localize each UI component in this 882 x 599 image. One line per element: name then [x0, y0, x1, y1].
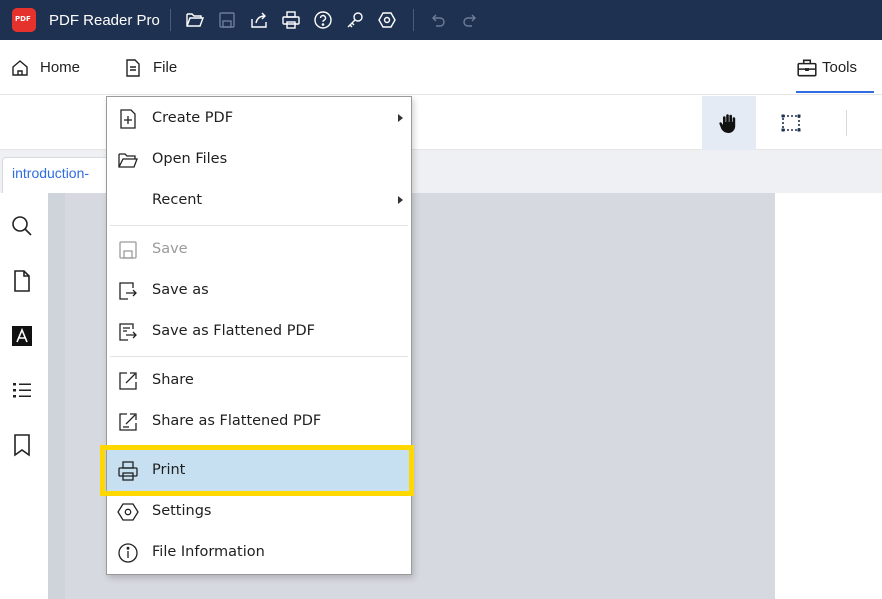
menu-separator — [110, 225, 408, 226]
menu-item-file-information[interactable]: File Information — [107, 532, 411, 573]
area-select-icon — [781, 114, 801, 132]
annotation-text-icon[interactable] — [9, 323, 35, 349]
file-icon — [126, 58, 140, 77]
create-pdf-icon — [117, 108, 139, 130]
toolrow-divider — [846, 110, 847, 136]
redo-icon — [454, 0, 486, 40]
hand-tool-button[interactable] — [702, 96, 756, 150]
help-icon[interactable] — [307, 0, 339, 40]
menu-item-settings[interactable]: Settings — [107, 491, 411, 532]
home-icon — [12, 59, 28, 76]
share-icon — [117, 370, 139, 392]
tools-menu[interactable]: Tools — [796, 40, 857, 95]
menu-item-share-flattened[interactable]: Share as Flattened PDF — [107, 401, 411, 442]
app-logo-icon: PDF — [12, 8, 36, 32]
menu-item-recent[interactable]: Recent — [107, 180, 411, 221]
home-label: Home — [40, 59, 81, 76]
print-highlight-box — [100, 445, 414, 496]
settings-icon[interactable] — [371, 0, 403, 40]
app-title: PDF Reader Pro — [49, 11, 160, 29]
menu-item-share[interactable]: Share — [107, 360, 411, 401]
home-menu[interactable]: Home — [10, 40, 80, 95]
save-icon — [211, 0, 243, 40]
file-label: File — [153, 59, 178, 76]
title-bar: PDF PDF Reader Pro — [0, 0, 882, 40]
info-icon — [117, 542, 139, 564]
bookmark-icon[interactable] — [9, 432, 35, 458]
open-folder-icon — [117, 149, 139, 171]
hand-icon — [719, 114, 736, 133]
titlebar-divider — [412, 9, 414, 31]
key-icon[interactable] — [339, 0, 371, 40]
open-folder-icon[interactable] — [179, 0, 211, 40]
area-select-button[interactable] — [764, 96, 818, 150]
save-icon — [117, 239, 139, 261]
share-icon[interactable] — [243, 0, 275, 40]
page-thumbnails-icon[interactable] — [9, 268, 35, 294]
menu-separator — [110, 356, 408, 357]
file-menu[interactable]: File — [123, 40, 177, 95]
right-panel — [775, 193, 882, 599]
file-dropdown-menu: Create PDF Open Files Recent Save Save a… — [106, 96, 412, 575]
search-icon[interactable] — [9, 213, 35, 239]
outline-list-icon[interactable] — [9, 377, 35, 403]
sidebar-gutter — [48, 193, 65, 599]
undo-icon — [422, 0, 454, 40]
settings-icon — [117, 501, 139, 523]
menu-bar: Home File Tools — [0, 40, 882, 95]
submenu-arrow-icon — [398, 196, 403, 204]
menu-item-create-pdf[interactable]: Create PDF — [107, 98, 411, 139]
menu-item-open-files[interactable]: Open Files — [107, 139, 411, 180]
save-flattened-icon — [117, 321, 139, 343]
menu-item-save: Save — [107, 229, 411, 270]
toolbox-icon — [797, 59, 817, 76]
print-icon[interactable] — [275, 0, 307, 40]
share-flattened-icon — [117, 411, 139, 433]
left-sidebar — [0, 193, 48, 599]
tools-active-indicator — [796, 91, 874, 93]
submenu-arrow-icon — [398, 114, 403, 122]
document-tab[interactable]: introduction- — [2, 157, 112, 193]
menu-item-save-as[interactable]: Save as — [107, 270, 411, 311]
menu-item-save-flattened[interactable]: Save as Flattened PDF — [107, 311, 411, 352]
save-as-icon — [117, 280, 139, 302]
tools-label: Tools — [822, 59, 858, 76]
titlebar-divider — [169, 9, 171, 31]
